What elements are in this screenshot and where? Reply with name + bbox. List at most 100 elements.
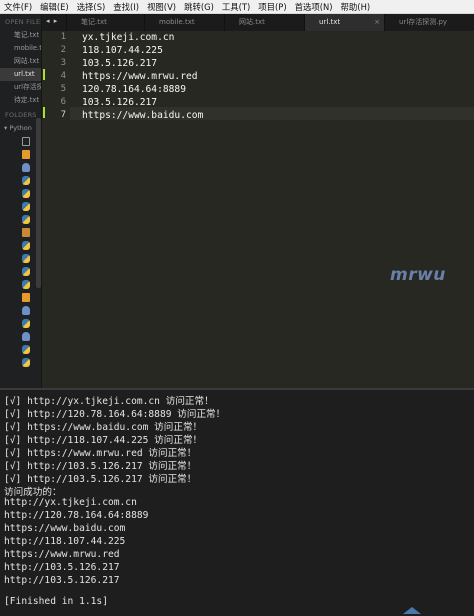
menu-preferences[interactable]: 首选项(N) <box>291 0 337 14</box>
line-number: 2 <box>60 45 66 55</box>
folder-python[interactable]: ▾ Python <box>0 122 41 135</box>
folder-tree-item[interactable] <box>0 148 41 161</box>
menu-bar: 文件(F) 编辑(E) 选择(S) 查找(I) 视图(V) 跳转(G) 工具(T… <box>0 0 474 14</box>
python-file-icon <box>22 215 30 224</box>
output-line: http://103.5.126.217 <box>4 575 120 586</box>
output-line: https://www.mrwu.red <box>4 549 120 560</box>
python-file-icon <box>22 345 30 354</box>
open-files-header: OPEN FILES <box>5 18 42 26</box>
python-file-icon <box>22 254 30 263</box>
python-file-icon <box>22 176 30 185</box>
folder-tree-item[interactable] <box>0 265 41 278</box>
menu-edit[interactable]: 编辑(E) <box>36 0 73 14</box>
folder-tree-item[interactable] <box>0 135 41 148</box>
output-line: [√] https://www.mrwu.red 访问正常！ <box>4 448 197 459</box>
image-file-icon <box>22 228 30 237</box>
output-line: http://yx.tjkeji.com.cn <box>4 497 137 508</box>
output-line: http://118.107.44.225 <box>4 536 126 547</box>
sidebar-file-notes[interactable]: 笔记.txt <box>0 29 41 42</box>
python-file-icon <box>22 202 30 211</box>
line-number: 1 <box>60 32 66 42</box>
elephant-icon <box>22 163 30 172</box>
menu-selection[interactable]: 选择(S) <box>73 0 110 14</box>
folder-tree-item[interactable] <box>0 278 41 291</box>
menu-view[interactable]: 视图(V) <box>143 0 180 14</box>
output-line: 访问成功的： <box>4 487 62 498</box>
elephant-icon <box>22 332 30 341</box>
folder-tree-item[interactable] <box>0 200 41 213</box>
python-file-icon <box>22 189 30 198</box>
output-line: [√] http://103.5.126.217 访问正常！ <box>4 461 197 472</box>
gutter: 1 2 3 4 5 6 7 <box>42 31 70 388</box>
code-line: 118.107.44.225 <box>82 45 163 56</box>
tab-sites[interactable]: 网站.txt <box>224 14 304 31</box>
folder-tree-item[interactable] <box>0 304 41 317</box>
python-file-icon <box>22 319 30 328</box>
tab-label: url.txt <box>319 18 341 26</box>
sidebar-scrollbar[interactable] <box>36 118 41 288</box>
output-line: [√] http://103.5.126.217 访问正常！ <box>4 474 197 485</box>
menu-project[interactable]: 项目(P) <box>254 0 290 14</box>
sidebar-file-mobile[interactable]: mobile.txt <box>0 42 41 55</box>
folder-tree <box>0 135 41 369</box>
folder-tree-item[interactable] <box>0 356 41 369</box>
line-number: 4 <box>60 71 66 81</box>
output-line: [√] http://120.78.164.64:8889 访问正常！ <box>4 409 226 420</box>
folders-header: FOLDERS <box>5 111 37 119</box>
tab-mobile[interactable]: mobile.txt <box>144 14 224 31</box>
folder-tree-item[interactable] <box>0 213 41 226</box>
menu-help[interactable]: 帮助(H) <box>337 0 375 14</box>
menu-goto[interactable]: 跳转(G) <box>180 0 218 14</box>
python-file-icon <box>22 358 30 367</box>
tab-url-probe[interactable]: url存活探测.py <box>384 14 474 31</box>
code-line: yx.tjkeji.com.cn <box>82 32 175 43</box>
code-line: 103.5.126.217 <box>82 97 158 108</box>
folder-python-label: Python <box>9 124 32 132</box>
output-line: [√] https://www.baidu.com 访问正常！ <box>4 422 203 433</box>
blank-icon <box>22 137 30 146</box>
tab-nav-arrows-icon[interactable]: ◂ ▸ <box>46 17 58 25</box>
sidebar: OPEN FILES 笔记.txt mobile.txt 网站.txt url.… <box>0 14 42 388</box>
folder-tree-item[interactable] <box>0 226 41 239</box>
build-output-panel: [√] http://yx.tjkeji.com.cn 访问正常！ [√] ht… <box>0 388 474 616</box>
output-line: https://www.baidu.com <box>4 523 126 534</box>
sidebar-file-pending[interactable]: 待定.txt <box>0 94 41 107</box>
folder-tree-item[interactable] <box>0 317 41 330</box>
folder-tree-item[interactable] <box>0 239 41 252</box>
close-tab-icon[interactable]: × <box>374 14 380 31</box>
code-line: 120.78.164.64:8889 <box>82 84 186 95</box>
folder-tree-item[interactable] <box>0 252 41 265</box>
sidebar-file-url-probe[interactable]: url存活探测.py <box>0 81 41 94</box>
line-number: 6 <box>60 97 66 107</box>
output-finished-line: [Finished in 1.1s] <box>4 596 108 607</box>
line-number: 7 <box>60 110 66 120</box>
menu-tools[interactable]: 工具(T) <box>218 0 254 14</box>
tab-url[interactable]: url.txt × <box>304 14 384 31</box>
output-line: http://120.78.164.64:8889 <box>4 510 149 521</box>
code-line: https://www.baidu.com <box>82 110 204 121</box>
elephant-icon <box>22 306 30 315</box>
sublime-corner-icon <box>403 607 421 614</box>
output-line: http://103.5.126.217 <box>4 562 120 573</box>
watermark-logo: mrwu <box>390 265 446 285</box>
tab-label: 笔记.txt <box>81 18 107 26</box>
folder-tree-item[interactable] <box>0 343 41 356</box>
python-file-icon <box>22 280 30 289</box>
output-line: [√] http://yx.tjkeji.com.cn 访问正常！ <box>4 396 214 407</box>
tab-notes[interactable]: 笔记.txt <box>66 14 144 31</box>
sidebar-file-sites[interactable]: 网站.txt <box>0 55 41 68</box>
folder-tree-item[interactable] <box>0 330 41 343</box>
sidebar-file-url[interactable]: url.txt <box>0 68 41 81</box>
menu-find[interactable]: 查找(I) <box>109 0 143 14</box>
folder-tree-item[interactable] <box>0 291 41 304</box>
folder-tree-item[interactable] <box>0 161 41 174</box>
code-line: 103.5.126.217 <box>82 58 158 69</box>
menu-file[interactable]: 文件(F) <box>0 0 36 14</box>
code-line: https://www.mrwu.red <box>82 71 198 82</box>
folder-tree-item[interactable] <box>0 174 41 187</box>
editor[interactable]: 1 2 3 4 5 6 7 yx.tjkeji.com.cn 118.107.4… <box>42 31 474 388</box>
line-number: 5 <box>60 84 66 94</box>
folder-tree-item[interactable] <box>0 187 41 200</box>
python-file-icon <box>22 267 30 276</box>
txt-file-icon <box>22 293 30 302</box>
